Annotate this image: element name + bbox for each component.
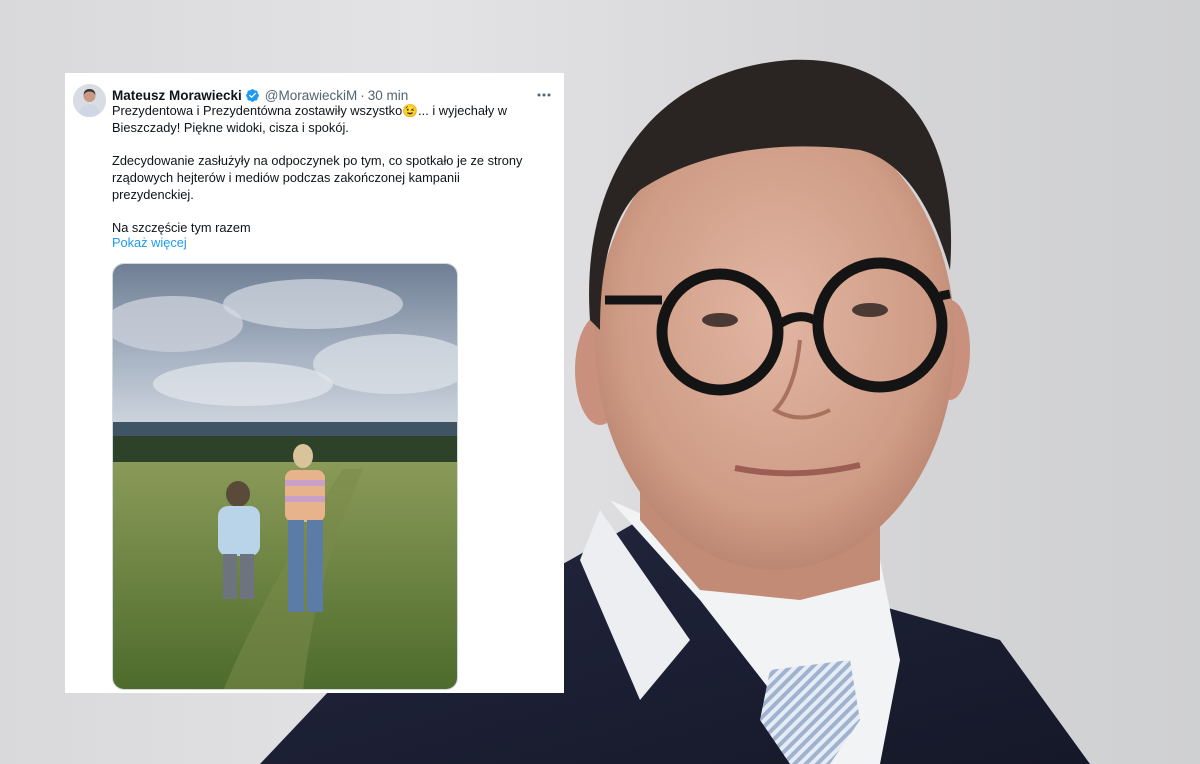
author-handle[interactable]: @MorawieckiM: [265, 88, 357, 103]
tweet-body: Prezydentowa i Prezydentówna zostawiły w…: [112, 102, 542, 236]
winking-emoji-icon: 😉: [402, 103, 419, 118]
tweet-card[interactable]: Mateusz Morawiecki @MorawieckiM · 30 min…: [65, 73, 564, 693]
paragraph-1-text: Prezydentowa i Prezydentówna zostawiły w…: [112, 103, 403, 118]
tweet-paragraph-3: Na szczęście tym razem: [112, 220, 251, 235]
tweet-media-photo[interactable]: [112, 263, 458, 690]
author-name[interactable]: Mateusz Morawiecki: [112, 88, 242, 103]
tweet-paragraph-2: Zdecydowanie zasłużyły na odpoczynek po …: [112, 153, 523, 202]
more-horizontal-icon[interactable]: [536, 87, 552, 103]
tweet-paragraph-1: Prezydentowa i Prezydentówna zostawiły w…: [112, 102, 542, 136]
show-more-link[interactable]: Pokaż więcej: [112, 235, 187, 250]
separator-dot: ·: [360, 87, 365, 103]
author-avatar[interactable]: [73, 84, 106, 117]
verified-badge-icon: [245, 88, 260, 103]
tweet-timestamp[interactable]: 30 min: [368, 88, 409, 103]
